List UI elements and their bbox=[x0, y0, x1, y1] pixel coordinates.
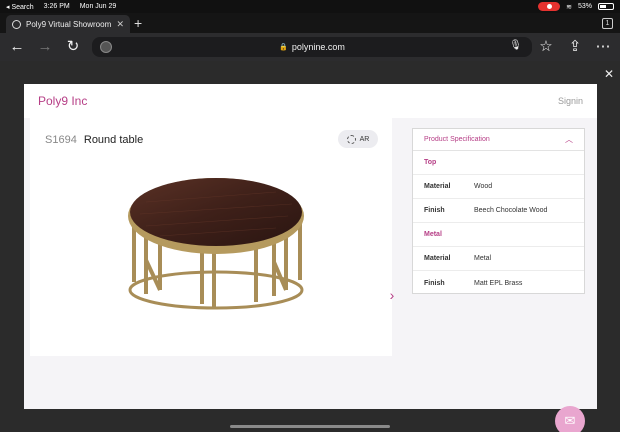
more-menu-icon[interactable]: ⋯ bbox=[595, 39, 611, 55]
back-arrow-icon[interactable]: ← bbox=[9, 39, 25, 55]
close-overlay-icon[interactable]: ✕ bbox=[604, 67, 614, 81]
bookmark-star-icon[interactable]: ☆ bbox=[538, 39, 554, 55]
close-tab-icon[interactable]: ✕ bbox=[116, 19, 124, 30]
url-text: polynine.com bbox=[291, 42, 345, 52]
new-tab-button[interactable]: + bbox=[134, 15, 142, 31]
product-viewer[interactable]: S1694 Round table AR bbox=[30, 118, 392, 356]
reload-icon[interactable]: ↻ bbox=[65, 39, 81, 55]
spec-value: Metal bbox=[474, 255, 492, 262]
wifi-icon: ≋ bbox=[566, 3, 572, 11]
spec-row: Finish Beech Chocolate Wood bbox=[413, 199, 584, 223]
spec-row: Material Wood bbox=[413, 175, 584, 199]
spec-value: Wood bbox=[474, 183, 493, 190]
chat-icon: ✉ bbox=[564, 413, 576, 428]
signin-link[interactable]: Signin bbox=[558, 96, 583, 106]
spec-row: Finish Matt EPL Brass bbox=[413, 271, 584, 295]
ar-button[interactable]: AR bbox=[338, 130, 378, 148]
modal-header: Poly9 Inc Signin bbox=[24, 84, 597, 118]
globe-icon bbox=[12, 19, 21, 29]
spec-header[interactable]: Product Specification ︿ bbox=[413, 129, 584, 151]
spec-key: Material bbox=[424, 255, 451, 262]
spec-key: Finish bbox=[424, 207, 445, 214]
spec-group-top: Top bbox=[413, 151, 584, 175]
tab-count-button[interactable]: 1 bbox=[602, 18, 613, 29]
brand-logo[interactable]: Poly9 Inc bbox=[38, 94, 87, 108]
product-modal: Poly9 Inc Signin S1694 Round table AR › … bbox=[24, 84, 597, 432]
spec-value: Beech Chocolate Wood bbox=[474, 207, 548, 214]
browser-toolbar: ← → ↻ 🔒 polynine.com 🎙 ☆ ⇪ ⋯ bbox=[0, 33, 620, 61]
product-specification-panel: Product Specification ︿ Top Material Woo… bbox=[412, 128, 585, 294]
back-to-search-link[interactable]: ◂ Search bbox=[6, 3, 34, 11]
product-name: Round table bbox=[83, 134, 144, 146]
status-bar: ◂ Search 3:26 PM Mon Jun 29 ≋ 53% bbox=[0, 0, 620, 13]
ar-label: AR bbox=[359, 135, 370, 143]
forward-arrow-icon[interactable]: → bbox=[37, 39, 53, 55]
microphone-icon[interactable]: 🎙 bbox=[509, 40, 522, 51]
site-settings-icon[interactable] bbox=[100, 41, 112, 53]
status-date: Mon Jun 29 bbox=[79, 2, 117, 10]
tab-label: Poly9 Virtual Showroom bbox=[26, 19, 112, 29]
spec-key: Material bbox=[424, 183, 451, 190]
chevron-up-icon[interactable]: ︿ bbox=[565, 134, 573, 145]
product-code: S1694 bbox=[45, 134, 77, 146]
spec-value: Matt EPL Brass bbox=[474, 279, 523, 287]
spec-row: Material Metal bbox=[413, 247, 584, 271]
address-bar[interactable]: 🔒 polynine.com 🎙 bbox=[92, 37, 532, 57]
round-table-3d-model[interactable] bbox=[116, 162, 316, 312]
status-time: 3:26 PM bbox=[43, 2, 70, 10]
next-arrow-icon[interactable]: › bbox=[383, 286, 401, 304]
lock-icon: 🔒 bbox=[279, 44, 288, 51]
share-icon[interactable]: ⇪ bbox=[567, 39, 583, 55]
screen-recording-icon[interactable] bbox=[538, 2, 561, 11]
spec-key: Finish bbox=[424, 279, 445, 287]
spec-group-metal: Metal bbox=[413, 223, 584, 247]
chat-fab-button[interactable]: ✉ bbox=[555, 406, 585, 432]
spec-title: Product Specification bbox=[424, 136, 490, 143]
battery-percent: 53% bbox=[577, 3, 592, 10]
tab-poly9-showroom[interactable]: Poly9 Virtual Showroom ✕ bbox=[6, 15, 130, 33]
modal-body: S1694 Round table AR › Product Specifica… bbox=[24, 118, 597, 432]
product-title: S1694 Round table bbox=[45, 134, 143, 146]
battery-icon bbox=[598, 3, 614, 10]
tab-strip: Poly9 Virtual Showroom ✕ + 1 bbox=[0, 13, 620, 33]
home-indicator[interactable] bbox=[230, 425, 390, 428]
ar-icon bbox=[346, 134, 356, 144]
